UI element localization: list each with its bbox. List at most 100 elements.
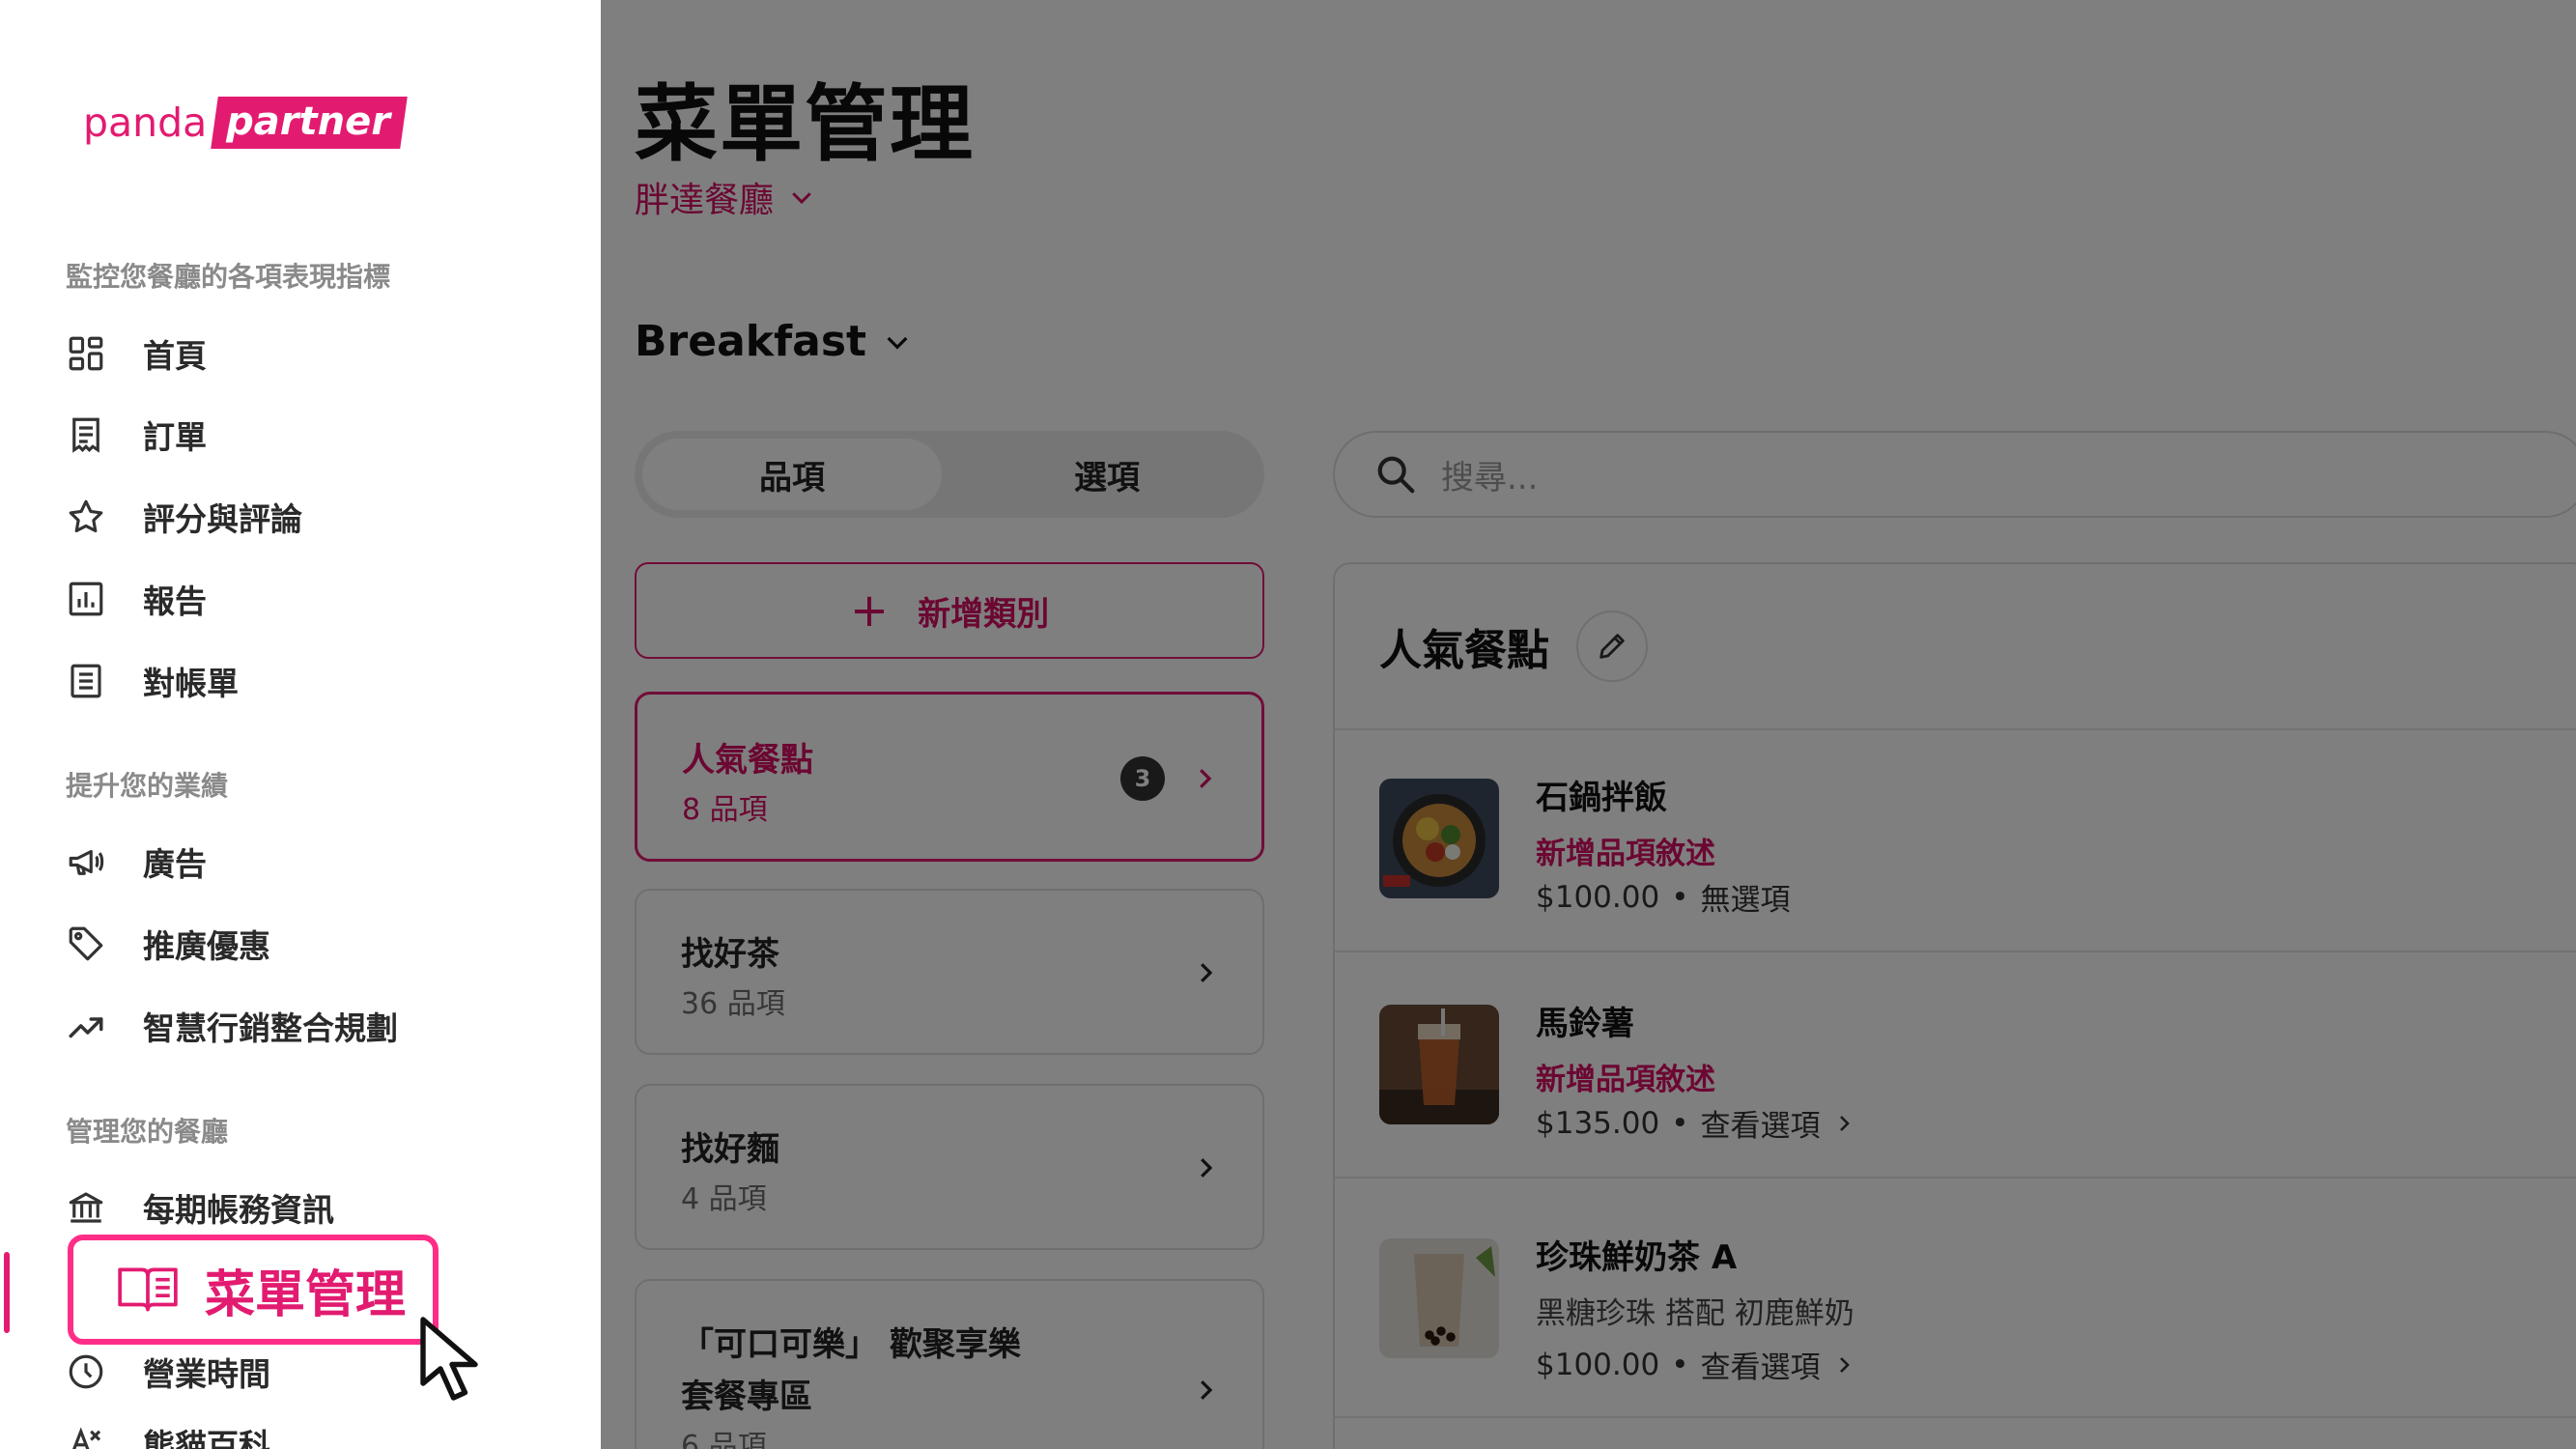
menu-item-row[interactable]: 馬鈴薯 新增品項敘述 $135.00 • 查看選項 <box>1379 1005 2576 1198</box>
text-format-icon <box>64 1421 108 1449</box>
divider <box>1335 728 2576 730</box>
item-options: 無選項 <box>1700 883 1791 918</box>
add-category-button[interactable]: + 新增類別 <box>635 562 1264 659</box>
detail-header: 人氣餐點 <box>1379 611 1648 682</box>
sidebar-item-wiki[interactable]: 熊貓百科 <box>64 1414 270 1449</box>
restaurant-selector[interactable]: 胖達餐廳 <box>635 172 816 222</box>
search-icon <box>1377 456 1415 494</box>
clock-icon <box>64 1350 108 1394</box>
menu-item-row[interactable]: 珍珠鮮奶茶 A 黑糖珍珠 搭配 初鹿鮮奶 $100.00 • 查看選項 <box>1379 1238 2576 1432</box>
category-card[interactable]: 人氣餐點 8 品項 3 <box>635 692 1264 862</box>
chevron-down-icon <box>887 336 908 350</box>
sidebar: panda partner 監控您餐廳的各項表現指標 首頁 訂單 評分與評論 報… <box>0 0 601 1449</box>
iced-tea-photo <box>1379 1005 1499 1124</box>
sidebar-item-ads[interactable]: 廣告 <box>64 833 207 891</box>
logo-text-partner: partner <box>211 97 408 149</box>
sidebar-item-statements[interactable]: 對帳單 <box>64 652 239 710</box>
sidebar-item-ratings[interactable]: 評分與評論 <box>64 488 302 546</box>
category-name: 找好麵 <box>681 1130 779 1169</box>
mouse-cursor-icon <box>420 1317 478 1401</box>
item-price: $100.00 <box>1536 1347 1660 1382</box>
view-options-link[interactable]: 查看選項 <box>1701 1343 1821 1386</box>
dashboard-icon <box>64 331 108 376</box>
chevron-right-icon <box>1201 1380 1213 1400</box>
category-count: 36 品項 <box>681 987 785 1021</box>
sidebar-item-billing[interactable]: 每期帳務資訊 <box>64 1179 334 1236</box>
chevron-down-icon <box>792 192 811 205</box>
sidebar-item-home[interactable]: 首頁 <box>64 325 207 383</box>
sidebar-item-orders[interactable]: 訂單 <box>64 406 207 464</box>
item-name: 珍珠鮮奶茶 A <box>1536 1238 1738 1277</box>
sidebar-item-label: 營業時間 <box>143 1355 270 1393</box>
menu-selector[interactable]: Breakfast <box>635 317 913 366</box>
sidebar-item-reports[interactable]: 報告 <box>64 570 207 628</box>
bubble-milk-tea-photo <box>1379 1238 1499 1358</box>
category-count: 8 品項 <box>682 793 768 827</box>
pencil-icon <box>1599 634 1625 659</box>
bar-chart-icon <box>64 577 108 621</box>
item-description[interactable]: 新增品項敘述 <box>1536 829 1715 872</box>
category-card[interactable]: 「可口可樂」 歡聚享樂 套餐專區 6 品項 <box>635 1279 1264 1449</box>
bibimbap-photo <box>1379 779 1499 898</box>
item-thumbnail <box>1379 1238 1499 1358</box>
category-name: 找好茶 <box>681 935 779 974</box>
category-name: 「可口可樂」 歡聚享樂 <box>681 1325 1021 1364</box>
chevron-right-icon <box>1200 769 1212 788</box>
search-placeholder: 搜尋... <box>1441 458 1539 497</box>
page-title: 菜單管理 <box>635 76 975 173</box>
section-title-growth: 提升您的業績 <box>66 770 229 802</box>
sidebar-item-label: 智慧行銷整合規劃 <box>143 1009 398 1047</box>
sidebar-item-label: 每期帳務資訊 <box>143 1191 334 1229</box>
category-card[interactable]: 找好茶 36 品項 <box>635 889 1264 1055</box>
megaphone-icon <box>64 839 108 884</box>
item-description[interactable]: 新增品項敘述 <box>1536 1055 1715 1098</box>
category-card[interactable]: 找好麵 4 品項 <box>635 1084 1264 1250</box>
add-category-label: 新增類別 <box>918 594 1050 634</box>
sidebar-item-smart-marketing[interactable]: 智慧行銷整合規劃 <box>64 997 398 1055</box>
tag-icon <box>64 922 108 966</box>
section-title-monitor: 監控您餐廳的各項表現指標 <box>66 261 391 293</box>
category-name-line2: 套餐專區 <box>681 1378 812 1416</box>
category-count: 4 品項 <box>681 1182 767 1216</box>
item-price: $135.00 <box>1536 1105 1660 1141</box>
chevron-right-icon <box>1839 1115 1850 1131</box>
menu-name: Breakfast <box>635 317 867 366</box>
plus-icon: + <box>849 583 890 638</box>
menu-book-icon <box>116 1264 180 1316</box>
item-name: 石鍋拌飯 <box>1536 779 1667 817</box>
divider <box>1335 1416 2576 1418</box>
sidebar-item-menu-management[interactable]: 菜單管理 <box>68 1235 439 1345</box>
detail-title: 人氣餐點 <box>1379 626 1549 675</box>
tab-options[interactable]: 選項 <box>957 439 1257 510</box>
chevron-right-icon <box>1201 1158 1213 1178</box>
count-badge: 3 <box>1120 756 1165 801</box>
chevron-right-icon <box>1839 1356 1850 1373</box>
section-title-manage: 管理您的餐廳 <box>66 1116 229 1148</box>
item-meta[interactable]: $100.00 • 查看選項 <box>1536 1343 1855 1386</box>
separator-dot: • <box>1671 1347 1689 1382</box>
tab-items[interactable]: 品項 <box>642 439 942 510</box>
category-count: 6 品項 <box>681 1430 767 1449</box>
sidebar-item-label: 訂單 <box>143 418 207 456</box>
separator-dot: • <box>1671 879 1689 915</box>
sidebar-item-label: 廣告 <box>143 845 207 883</box>
sidebar-item-promotions[interactable]: 推廣優惠 <box>64 915 270 973</box>
search-input[interactable]: 搜尋... <box>1333 431 2576 518</box>
document-list-icon <box>64 659 108 703</box>
edit-category-button[interactable] <box>1576 611 1648 682</box>
view-options-link[interactable]: 查看選項 <box>1701 1101 1821 1145</box>
pandapartner-logo[interactable]: panda partner <box>83 97 408 149</box>
menu-item-row[interactable]: 石鍋拌飯 新增品項敘述 $100.00 • 無選項 <box>1379 779 2576 972</box>
item-description: 黑糖珍珠 搭配 初鹿鮮奶 <box>1536 1296 1854 1331</box>
sidebar-item-label: 推廣優惠 <box>143 927 270 965</box>
sidebar-item-label: 報告 <box>143 582 207 620</box>
bank-icon <box>64 1185 108 1230</box>
active-indicator <box>4 1252 10 1333</box>
sidebar-item-label: 對帳單 <box>143 665 239 702</box>
item-meta[interactable]: $135.00 • 查看選項 <box>1536 1101 1855 1145</box>
sidebar-item-opening-hours[interactable]: 營業時間 <box>64 1343 270 1401</box>
divider <box>1335 951 2576 952</box>
logo-text-panda: panda <box>83 99 208 146</box>
divider <box>1335 1177 2576 1179</box>
restaurant-name: 胖達餐廳 <box>635 181 775 220</box>
